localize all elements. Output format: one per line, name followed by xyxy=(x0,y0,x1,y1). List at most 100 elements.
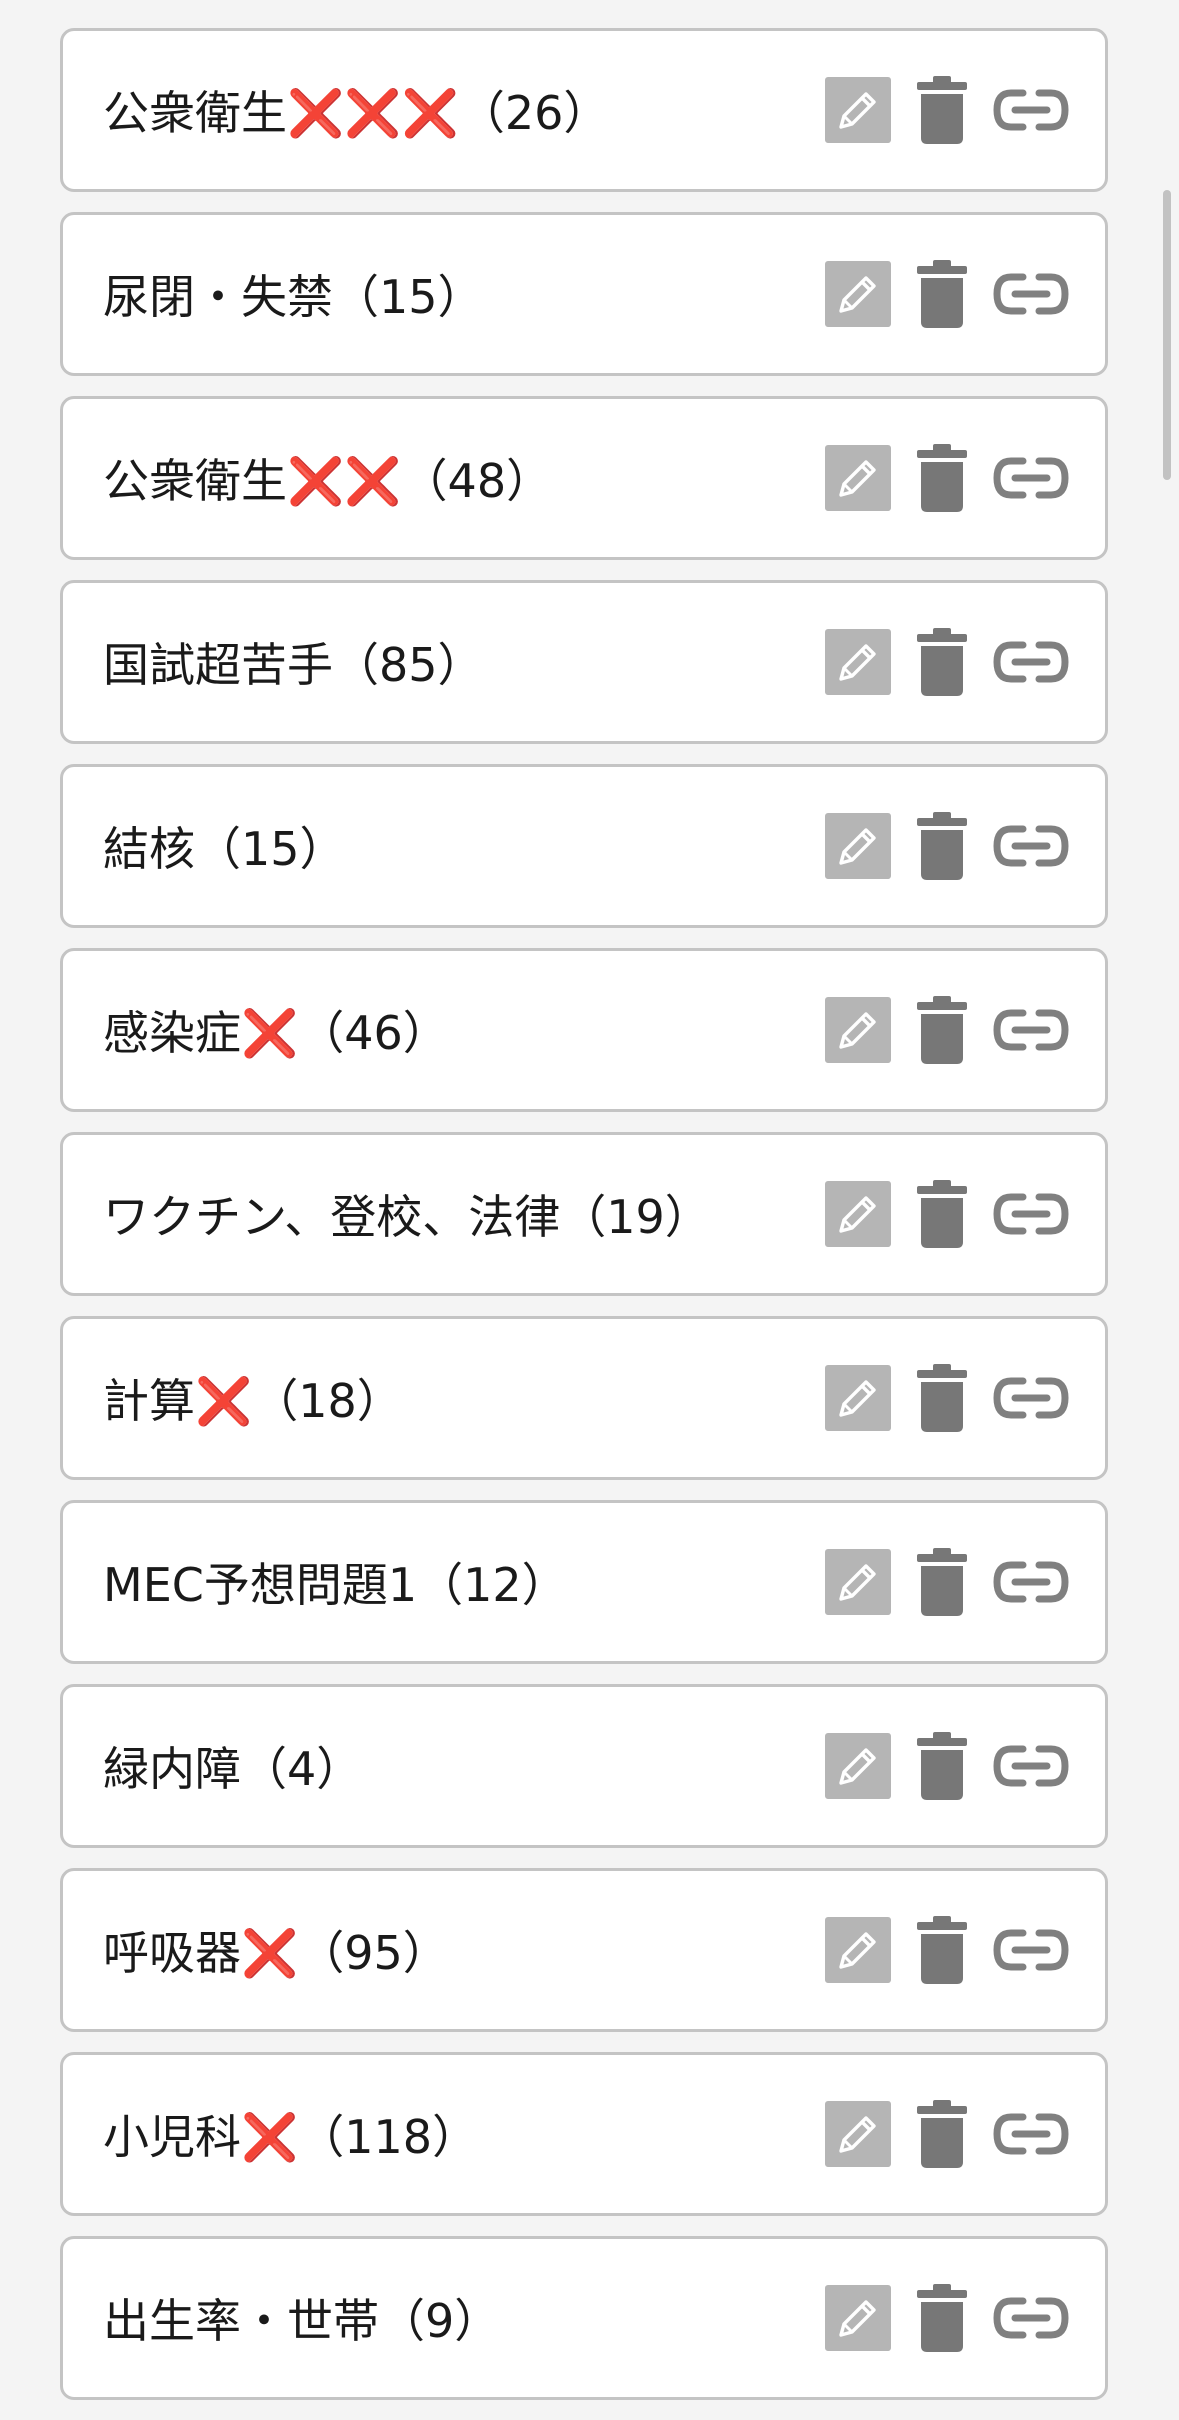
folder-label[interactable]: 国試超苦手（85） xyxy=(103,629,484,695)
trash-icon xyxy=(917,260,967,328)
share-link-button[interactable] xyxy=(993,2101,1069,2167)
folder-card[interactable]: 結核（15） xyxy=(60,764,1108,928)
trash-icon xyxy=(917,76,967,144)
folder-label[interactable]: 小児科❌（118） xyxy=(103,2101,478,2167)
folder-actions xyxy=(825,810,1069,882)
folder-card[interactable]: 小児科❌（118） xyxy=(60,2052,1108,2216)
delete-button[interactable] xyxy=(915,1914,969,1986)
folder-card[interactable]: 呼吸器❌（95） xyxy=(60,1868,1108,2032)
trash-icon xyxy=(917,1364,967,1432)
delete-button[interactable] xyxy=(915,1730,969,1802)
share-link-button[interactable] xyxy=(993,1917,1069,1983)
delete-button[interactable] xyxy=(915,2282,969,2354)
delete-button[interactable] xyxy=(915,2098,969,2170)
pencil-icon xyxy=(839,92,876,129)
trash-icon xyxy=(917,1548,967,1616)
folder-label[interactable]: 計算❌（18） xyxy=(103,1365,403,1431)
delete-button[interactable] xyxy=(915,74,969,146)
edit-button[interactable] xyxy=(825,629,891,695)
link-icon xyxy=(993,825,1069,867)
pencil-icon xyxy=(839,2300,876,2337)
folder-label[interactable]: 結核（15） xyxy=(103,813,346,879)
edit-button[interactable] xyxy=(825,1917,891,1983)
folder-card[interactable]: 尿閉・失禁（15） xyxy=(60,212,1108,376)
folder-card[interactable]: ワクチン、登校、法律（19） xyxy=(60,1132,1108,1296)
edit-button[interactable] xyxy=(825,77,891,143)
edit-button[interactable] xyxy=(825,813,891,879)
link-icon xyxy=(993,1009,1069,1051)
trash-icon xyxy=(917,812,967,880)
share-link-button[interactable] xyxy=(993,997,1069,1063)
delete-button[interactable] xyxy=(915,1546,969,1618)
folder-label[interactable]: ワクチン、登校、法律（19） xyxy=(103,1181,711,1247)
edit-button[interactable] xyxy=(825,1733,891,1799)
pencil-icon xyxy=(839,276,876,313)
folder-card[interactable]: MEC予想問題1（12） xyxy=(60,1500,1108,1664)
folder-label[interactable]: 公衆衛生❌❌❌（26） xyxy=(103,77,609,143)
folder-label[interactable]: 感染症❌（46） xyxy=(103,997,449,1063)
share-link-button[interactable] xyxy=(993,1733,1069,1799)
folder-label[interactable]: 公衆衛生❌❌（48） xyxy=(103,445,552,511)
folder-label[interactable]: MEC予想問題1（12） xyxy=(103,1549,568,1615)
trash-icon xyxy=(917,1732,967,1800)
folder-actions xyxy=(825,1730,1069,1802)
folder-actions xyxy=(825,258,1069,330)
folder-label[interactable]: 緑内障（4） xyxy=(103,1733,362,1799)
edit-button[interactable] xyxy=(825,445,891,511)
share-link-button[interactable] xyxy=(993,1181,1069,1247)
share-link-button[interactable] xyxy=(993,445,1069,511)
folder-card[interactable]: 緑内障（4） xyxy=(60,1684,1108,1848)
folder-card[interactable]: 計算❌（18） xyxy=(60,1316,1108,1480)
link-icon xyxy=(993,89,1069,131)
edit-button[interactable] xyxy=(825,1181,891,1247)
link-icon xyxy=(993,641,1069,683)
folder-label[interactable]: 尿閉・失禁（15） xyxy=(103,261,484,327)
delete-button[interactable] xyxy=(915,810,969,882)
delete-button[interactable] xyxy=(915,442,969,514)
folder-label[interactable]: 出生率・世帯（9） xyxy=(103,2285,500,2351)
link-icon xyxy=(993,1377,1069,1419)
folder-card[interactable]: 公衆衛生❌❌（48） xyxy=(60,396,1108,560)
pencil-icon xyxy=(839,1564,876,1601)
pencil-icon xyxy=(839,1196,876,1233)
edit-button[interactable] xyxy=(825,1365,891,1431)
share-link-button[interactable] xyxy=(993,261,1069,327)
folder-card[interactable]: 公衆衛生❌❌❌（26） xyxy=(60,28,1108,192)
edit-button[interactable] xyxy=(825,2285,891,2351)
delete-button[interactable] xyxy=(915,1362,969,1434)
delete-button[interactable] xyxy=(915,626,969,698)
edit-button[interactable] xyxy=(825,997,891,1063)
pencil-icon xyxy=(839,1932,876,1969)
trash-icon xyxy=(917,2284,967,2352)
pencil-icon xyxy=(839,1012,876,1049)
folder-label[interactable]: 呼吸器❌（95） xyxy=(103,1917,449,1983)
share-link-button[interactable] xyxy=(993,77,1069,143)
scrollbar[interactable] xyxy=(1163,190,1171,480)
edit-button[interactable] xyxy=(825,1549,891,1615)
share-link-button[interactable] xyxy=(993,1365,1069,1431)
trash-icon xyxy=(917,2100,967,2168)
link-icon xyxy=(993,2297,1069,2339)
edit-button[interactable] xyxy=(825,261,891,327)
pencil-icon xyxy=(839,2116,876,2153)
share-link-button[interactable] xyxy=(993,629,1069,695)
folder-card[interactable]: 出生率・世帯（9） xyxy=(60,2236,1108,2400)
share-link-button[interactable] xyxy=(993,2285,1069,2351)
edit-button[interactable] xyxy=(825,2101,891,2167)
delete-button[interactable] xyxy=(915,258,969,330)
delete-button[interactable] xyxy=(915,1178,969,1250)
share-link-button[interactable] xyxy=(993,1549,1069,1615)
folder-actions xyxy=(825,626,1069,698)
folder-actions xyxy=(825,1178,1069,1250)
folder-card[interactable]: 感染症❌（46） xyxy=(60,948,1108,1112)
trash-icon xyxy=(917,996,967,1064)
link-icon xyxy=(993,1561,1069,1603)
share-link-button[interactable] xyxy=(993,813,1069,879)
delete-button[interactable] xyxy=(915,994,969,1066)
pencil-icon xyxy=(839,460,876,497)
link-icon xyxy=(993,273,1069,315)
link-icon xyxy=(993,2113,1069,2155)
link-icon xyxy=(993,1193,1069,1235)
pencil-icon xyxy=(839,644,876,681)
folder-card[interactable]: 国試超苦手（85） xyxy=(60,580,1108,744)
